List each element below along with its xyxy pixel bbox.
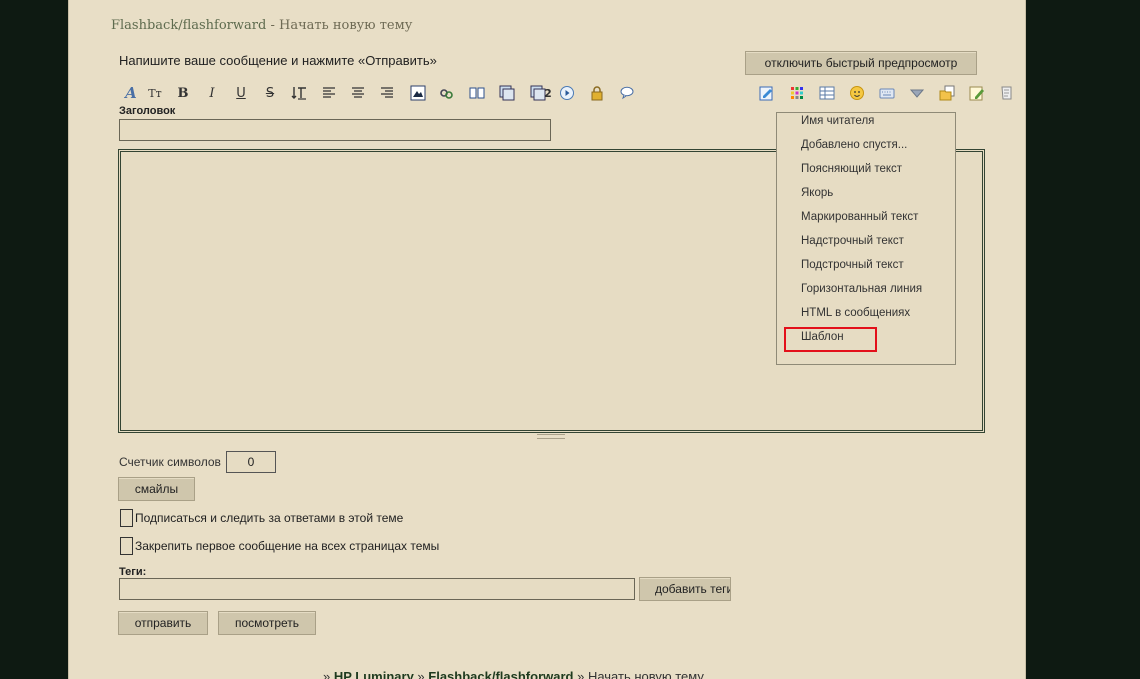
table-insert-button[interactable]	[817, 82, 837, 104]
textarea-resize-handle[interactable]	[537, 434, 565, 439]
table-icon	[819, 86, 835, 100]
title-input[interactable]	[119, 119, 551, 141]
dropdown-item-superscript[interactable]: Надстрочный текст	[801, 233, 904, 257]
smilies-button[interactable]: смайлы	[118, 477, 195, 501]
char-counter-label: Счетчик символов	[119, 455, 221, 469]
more-dropdown-button[interactable]	[907, 82, 927, 104]
add-tags-button[interactable]: добавить теги	[639, 577, 731, 601]
edit-code-button[interactable]	[757, 82, 777, 104]
page-container: Flashback/flashforward - Начать новую те…	[68, 0, 1026, 679]
dropdown-item-explanatory-text[interactable]: Поясняющий текст	[801, 161, 902, 185]
dropdown-item-anchor[interactable]: Якорь	[801, 185, 833, 209]
font-size-icon: Tт	[148, 86, 162, 100]
title-label: Заголовок	[119, 105, 176, 117]
clear-button[interactable]	[997, 82, 1017, 104]
color-grid-icon	[791, 87, 803, 99]
font-face-icon: A	[125, 84, 137, 102]
pin-first-post-row: Закрепить первое сообщение на всех стран…	[120, 537, 439, 555]
copy-button[interactable]	[937, 82, 957, 104]
breadcrumb-current-bottom: Начать новую тему	[587, 669, 704, 679]
strike-icon: S	[265, 85, 275, 101]
copy-folder-icon	[939, 85, 955, 101]
instruction-text: Напишите ваше сообщение и нажмите «Отпра…	[119, 53, 437, 68]
subscribe-label: Подписаться и следить за ответами в этой…	[135, 511, 404, 525]
breadcrumb-sep-3: »	[573, 669, 588, 679]
italic-button[interactable]: I	[202, 82, 222, 104]
quote-button[interactable]	[467, 82, 487, 104]
breadcrumb-forum-link-bottom[interactable]: Flashback/flashforward	[428, 669, 573, 679]
smiley-icon	[850, 86, 864, 100]
pin-first-post-checkbox[interactable]	[120, 537, 133, 555]
breadcrumb-sep-1: »	[323, 669, 334, 679]
dropdown-item-subscript[interactable]: Подстрочный текст	[801, 257, 904, 281]
italic-icon: I	[209, 85, 215, 101]
link-icon	[440, 89, 453, 99]
align-center-button[interactable]	[348, 82, 368, 104]
breadcrumb-current: Начать новую тему	[279, 18, 413, 33]
bold-button[interactable]: B	[173, 82, 193, 104]
underline-icon: U	[236, 85, 246, 101]
preview-button[interactable]: посмотреть	[218, 611, 316, 635]
triangle-down-icon	[909, 89, 925, 98]
spoiler-button[interactable]	[497, 82, 517, 104]
frames-icon	[499, 85, 515, 101]
bold-icon: B	[177, 85, 189, 101]
tags-input[interactable]	[119, 578, 635, 600]
char-counter-value: 0	[226, 451, 276, 473]
editor-toolbar: A Tт B I U S 2	[121, 82, 1012, 106]
dropdown-item-reader-name[interactable]: Имя читателя	[801, 113, 874, 137]
image-button[interactable]	[408, 82, 428, 104]
notes-button[interactable]	[967, 82, 987, 104]
image-icon	[410, 85, 426, 101]
keyboard-icon	[879, 88, 895, 99]
tags-label: Теги:	[119, 566, 147, 578]
edit-notes-icon	[969, 86, 984, 101]
breadcrumb-bottom: » HP Luminary » Flashback/flashforward »…	[323, 669, 704, 679]
breadcrumb-top: Flashback/flashforward - Начать новую те…	[111, 18, 412, 33]
play-icon	[560, 86, 574, 100]
align-left-icon	[323, 87, 335, 98]
breadcrumb-separator: -	[266, 18, 279, 33]
dropdown-item-html[interactable]: HTML в сообщениях	[801, 305, 910, 329]
line-height-icon	[291, 87, 306, 100]
dropdown-item-added-later[interactable]: Добавлено спустя...	[801, 137, 907, 161]
strike-button[interactable]: S	[260, 82, 280, 104]
table-badge: 2	[544, 86, 552, 100]
dropdown-item-horizontal-line[interactable]: Горизонтальная линия	[801, 281, 922, 305]
color-button[interactable]	[787, 82, 807, 104]
media-button[interactable]	[557, 82, 577, 104]
link-button[interactable]	[437, 82, 457, 104]
send-button[interactable]: отправить	[118, 611, 208, 635]
subscribe-checkbox[interactable]	[120, 509, 133, 527]
align-right-button[interactable]	[377, 82, 397, 104]
smiley-button[interactable]	[847, 82, 867, 104]
highlight-box	[784, 327, 877, 352]
dropdown-item-bulleted-text[interactable]: Маркированный текст	[801, 209, 918, 233]
pin-first-post-label: Закрепить первое сообщение на всех стран…	[135, 539, 440, 553]
keyboard-button[interactable]	[877, 82, 897, 104]
table-button[interactable]: 2	[527, 82, 555, 104]
scroll-icon	[1001, 86, 1012, 100]
book-icon	[469, 87, 485, 99]
line-height-button[interactable]	[289, 82, 309, 104]
preview-toggle-button[interactable]: отключить быстрый предпросмотр	[745, 51, 977, 75]
comment-button[interactable]	[617, 82, 637, 104]
lock-icon	[591, 86, 603, 101]
breadcrumb-root-link[interactable]: HP Luminary	[334, 669, 414, 679]
font-face-button[interactable]: A	[121, 82, 141, 104]
breadcrumb-sep-2: »	[413, 669, 429, 679]
speech-bubble-icon	[620, 86, 634, 100]
font-size-button[interactable]: Tт	[145, 82, 165, 104]
underline-button[interactable]: U	[231, 82, 251, 104]
align-left-button[interactable]	[319, 82, 339, 104]
breadcrumb-forum-link[interactable]: Flashback/flashforward	[111, 18, 266, 33]
align-right-icon	[381, 87, 393, 98]
align-center-icon	[352, 87, 364, 98]
hide-button[interactable]	[587, 82, 607, 104]
subscribe-row: Подписаться и следить за ответами в этой…	[120, 509, 403, 527]
edit-document-icon	[759, 86, 773, 101]
